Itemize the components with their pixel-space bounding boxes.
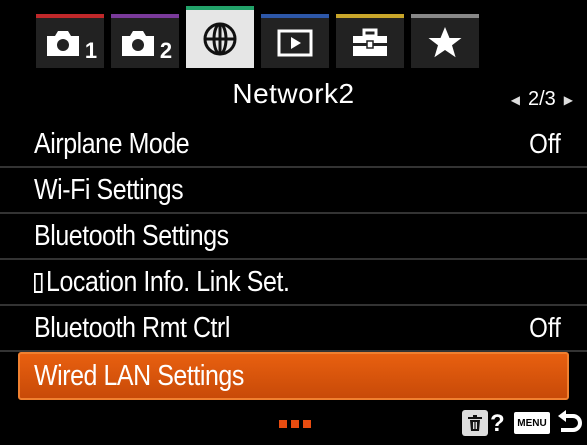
playback-icon xyxy=(277,29,313,57)
menu-item-label: Wired LAN Settings xyxy=(34,359,244,392)
page-dot xyxy=(291,420,299,428)
menu-item-label: Location Info. Link Set. xyxy=(46,265,290,298)
tab-bar: 1 2 xyxy=(0,0,587,72)
page-indicator: ◀ 2/3 ▶ xyxy=(511,88,573,111)
menu-item-label: Bluetooth Settings xyxy=(34,219,229,252)
menu-key-icon[interactable]: MENU xyxy=(514,412,550,434)
menu-item-label-wrap: Location Info. Link Set. xyxy=(34,265,290,299)
menu-list: Airplane Mode Off Wi-Fi Settings Bluetoo… xyxy=(0,122,587,400)
star-icon xyxy=(427,26,463,60)
back-icon[interactable] xyxy=(557,408,583,443)
menu-item-wired-lan-settings[interactable]: Wired LAN Settings xyxy=(18,352,569,400)
page-number: 2/3 xyxy=(527,88,556,110)
menu-item-label: Bluetooth Rmt Ctrl xyxy=(34,311,231,344)
toolbox-icon xyxy=(350,28,390,58)
menu-item-value: Off xyxy=(529,312,561,343)
menu-item-wifi-settings[interactable]: Wi-Fi Settings xyxy=(0,168,587,214)
menu-header: Network2 ◀ 2/3 ▶ xyxy=(0,72,587,120)
location-icon xyxy=(34,272,43,293)
page-dot xyxy=(303,420,311,428)
menu-item-label: Wi-Fi Settings xyxy=(34,173,184,206)
help-icon[interactable]: ? xyxy=(490,410,505,438)
tab-camera-1[interactable]: 1 xyxy=(36,14,104,68)
trash-icon[interactable] xyxy=(462,410,488,436)
menu-item-bluetooth-rmt-ctrl[interactable]: Bluetooth Rmt Ctrl Off xyxy=(0,306,587,352)
globe-icon xyxy=(202,21,238,57)
camera-icon xyxy=(43,28,83,58)
tab-camera-2[interactable]: 2 xyxy=(111,14,179,68)
page-title: Network2 xyxy=(232,78,355,109)
tab-setup[interactable] xyxy=(336,14,404,68)
camera-icon xyxy=(118,28,158,58)
tab-network[interactable] xyxy=(186,6,254,68)
menu-item-value: Off xyxy=(529,128,561,159)
menu-item-bluetooth-settings[interactable]: Bluetooth Settings xyxy=(0,214,587,260)
tab-my-menu[interactable] xyxy=(411,14,479,68)
menu-item-location-info-link[interactable]: Location Info. Link Set. xyxy=(0,260,587,306)
menu-item-label: Airplane Mode xyxy=(34,127,190,160)
menu-footer: ? MENU xyxy=(0,400,587,445)
tab-camera-1-number: 1 xyxy=(84,38,98,63)
page-dots xyxy=(279,420,311,428)
camera-menu-screen: 1 2 Network2 ◀ 2/3 ▶ Airplane Mode Off W… xyxy=(0,0,587,445)
menu-item-airplane-mode[interactable]: Airplane Mode Off xyxy=(0,122,587,168)
next-page-icon[interactable]: ▶ xyxy=(564,93,573,107)
tab-playback[interactable] xyxy=(261,14,329,68)
page-dot xyxy=(279,420,287,428)
tab-camera-2-number: 2 xyxy=(159,38,173,63)
prev-page-icon[interactable]: ◀ xyxy=(511,93,520,107)
